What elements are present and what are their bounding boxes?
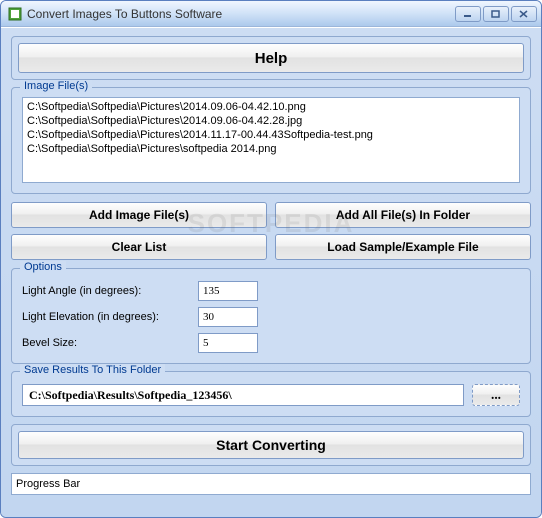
start-group: Start Converting [11, 424, 531, 466]
list-item[interactable]: C:\Softpedia\Softpedia\Pictures\2014.11.… [27, 128, 515, 142]
options-group: Options Light Angle (in degrees): Light … [11, 268, 531, 364]
light-angle-label: Light Angle (in degrees): [22, 285, 192, 297]
close-button[interactable] [511, 6, 537, 22]
filelist-group: Image File(s) C:\Softpedia\Softpedia\Pic… [11, 87, 531, 194]
light-elevation-label: Light Elevation (in degrees): [22, 311, 192, 323]
client-area: SOFTPEDIA Help Image File(s) C:\Softpedi… [1, 27, 541, 517]
add-files-button[interactable]: Add Image File(s) [11, 202, 267, 228]
filelist-box[interactable]: C:\Softpedia\Softpedia\Pictures\2014.09.… [22, 97, 520, 183]
light-elevation-row: Light Elevation (in degrees): [22, 307, 520, 327]
minimize-button[interactable] [455, 6, 481, 22]
load-sample-button[interactable]: Load Sample/Example File [275, 234, 531, 260]
app-icon [7, 6, 23, 22]
button-row-2: Clear List Load Sample/Example File [11, 234, 531, 260]
bevel-input[interactable] [198, 333, 258, 353]
list-item[interactable]: C:\Softpedia\Softpedia\Pictures\softpedi… [27, 142, 515, 156]
progress-bar: Progress Bar [11, 473, 531, 495]
window-title: Convert Images To Buttons Software [27, 7, 455, 21]
list-item[interactable]: C:\Softpedia\Softpedia\Pictures\2014.09.… [27, 114, 515, 128]
window-controls [455, 6, 537, 22]
list-item[interactable]: C:\Softpedia\Softpedia\Pictures\2014.09.… [27, 100, 515, 114]
save-folder-legend: Save Results To This Folder [20, 364, 165, 376]
clear-list-button[interactable]: Clear List [11, 234, 267, 260]
help-group: Help [11, 36, 531, 80]
help-button[interactable]: Help [18, 43, 524, 73]
progress-label: Progress Bar [16, 478, 80, 490]
browse-button[interactable]: ... [472, 384, 520, 406]
maximize-button[interactable] [483, 6, 509, 22]
bevel-label: Bevel Size: [22, 337, 192, 349]
titlebar: Convert Images To Buttons Software [1, 1, 541, 27]
button-row-1: Add Image File(s) Add All File(s) In Fol… [11, 202, 531, 228]
options-legend: Options [20, 261, 66, 273]
light-angle-row: Light Angle (in degrees): [22, 281, 520, 301]
light-angle-input[interactable] [198, 281, 258, 301]
bevel-row: Bevel Size: [22, 333, 520, 353]
app-window: Convert Images To Buttons Software SOFTP… [0, 0, 542, 518]
filelist-legend: Image File(s) [20, 80, 92, 92]
start-converting-button[interactable]: Start Converting [18, 431, 524, 459]
save-folder-row: ... [22, 384, 520, 406]
save-folder-group: Save Results To This Folder ... [11, 371, 531, 417]
save-path-input[interactable] [22, 384, 464, 406]
light-elevation-input[interactable] [198, 307, 258, 327]
add-folder-button[interactable]: Add All File(s) In Folder [275, 202, 531, 228]
